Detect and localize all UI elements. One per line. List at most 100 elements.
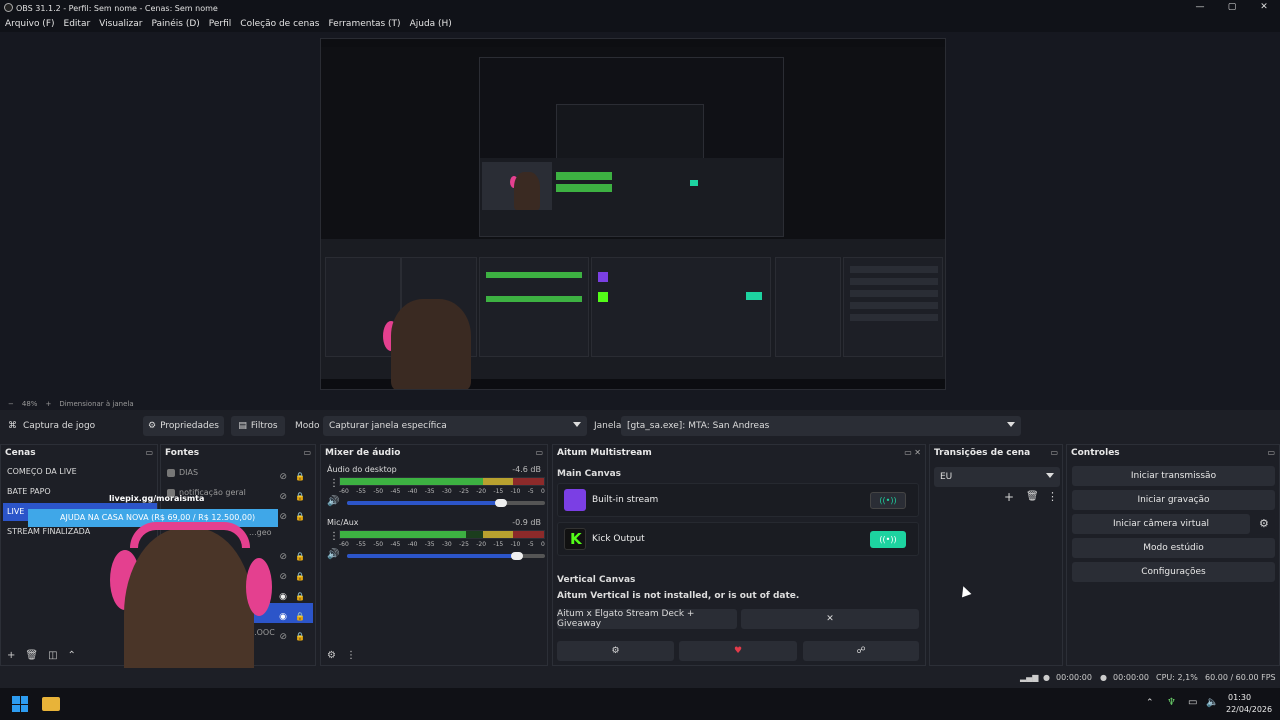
source-item[interactable]: DIAS ⊘ 🔒 [163, 463, 313, 483]
source-item[interactable]: ⊘ 🔒 [163, 543, 313, 563]
menu-paineis[interactable]: Painéis (D) [151, 19, 199, 29]
scene-item[interactable]: COMEÇO DA LIVE [3, 463, 157, 481]
window-label: Janela [594, 421, 622, 431]
add-transition-icon[interactable]: + [1004, 490, 1014, 504]
mode-label: Modo [295, 421, 320, 431]
mode-dropdown[interactable]: Capturar janela específica [323, 416, 587, 436]
properties-button[interactable]: ⚙ Propriedades [143, 416, 224, 436]
volume-slider[interactable] [347, 499, 545, 507]
mixer-menu-icon[interactable]: ⋮ [346, 650, 356, 661]
transition-dropdown[interactable]: EU [934, 467, 1060, 487]
nested-mixer-dock [479, 257, 589, 357]
close-promo-button[interactable]: ✕ [741, 609, 919, 629]
selected-source-name: Captura de jogo [23, 421, 96, 431]
remove-transition-icon[interactable]: 🗑 [1026, 491, 1039, 502]
stream-toggle-button-active[interactable]: ((•)) [870, 531, 906, 548]
dock-float-icon[interactable]: ▭ [1267, 445, 1275, 461]
source-item[interactable]: ...OOC ⊘ 🔒 [163, 623, 313, 643]
controls-dock: Controles ▭ Iniciar transmissão Iniciar … [1066, 444, 1280, 666]
resize-to-window-dropdown[interactable]: Dimensionar à janela [59, 400, 133, 408]
nested-multistream-dock [591, 257, 771, 357]
source-item[interactable]: ◉ 🔒 [163, 583, 313, 603]
chevron-up-icon[interactable]: ⌃ [1146, 698, 1154, 708]
add-scene-icon[interactable]: + [7, 650, 15, 661]
clock-time[interactable]: 01:30 [1228, 693, 1251, 702]
start-streaming-button[interactable]: Iniciar transmissão [1072, 466, 1275, 486]
monitor-icon[interactable]: ▭ [1188, 697, 1197, 708]
giveaway-button[interactable]: Aitum x Elgato Stream Deck + Giveaway [557, 609, 737, 629]
channel-name: Áudio do desktop [327, 465, 397, 474]
volume-slider[interactable] [347, 552, 545, 560]
virtual-camera-settings-icon[interactable]: ⚙ [1259, 517, 1269, 530]
scenes-dock: Cenas ▭ COMEÇO DA LIVE BATE PAPO LIVE ST… [0, 444, 158, 666]
zoom-in-button[interactable]: + [45, 400, 51, 408]
move-up-icon[interactable]: ⌃ [68, 650, 76, 661]
meter-peak-zone [513, 531, 544, 538]
source-name: ...geo [249, 528, 272, 537]
zoom-out-button[interactable]: − [8, 400, 14, 408]
meter-peak-zone [513, 478, 544, 485]
nested-toggle [690, 180, 698, 186]
filter-icon: ▤ [238, 421, 247, 431]
clock-date[interactable]: 22/04/2026 [1226, 705, 1272, 714]
lock-icon[interactable]: 🔒 [295, 627, 305, 647]
minimize-button[interactable]: — [1184, 0, 1216, 16]
stream-toggle-button[interactable]: ((•)) [870, 492, 906, 509]
start-virtual-camera-button[interactable]: Iniciar câmera virtual [1072, 514, 1250, 534]
dock-float-icon[interactable]: ▭ [303, 445, 311, 461]
scene-filters-icon[interactable]: ◫ [48, 650, 57, 661]
program-preview[interactable] [320, 38, 946, 390]
heart-icon[interactable]: ♥ [679, 641, 797, 661]
windows-start-icon[interactable] [12, 696, 28, 712]
nested-docks [480, 158, 783, 236]
status-bar: ▂▄▆ ● 00:00:00 ● 00:00:00 CPU: 2,1% 60.0… [0, 668, 1280, 688]
menu-perfil[interactable]: Perfil [209, 19, 232, 29]
advanced-audio-icon[interactable]: ⚙ [327, 650, 336, 661]
vertical-warning: Aitum Vertical is not installed, or is o… [557, 591, 800, 601]
start-recording-button[interactable]: Iniciar gravação [1072, 490, 1275, 510]
discord-icon[interactable]: ☍ [803, 641, 919, 661]
settings-button[interactable]: ⚙ [557, 641, 674, 661]
studio-mode-button[interactable]: Modo estúdio [1072, 538, 1275, 558]
menu-editar[interactable]: Editar [64, 19, 91, 29]
window-dropdown[interactable]: [gta_sa.exe]: MTA: San Andreas [621, 416, 1021, 436]
remove-scene-icon[interactable]: 🗑 [25, 650, 38, 661]
channel-menu-icon[interactable]: ⋮ [329, 478, 339, 489]
slider-knob[interactable] [511, 552, 524, 560]
transition-menu-icon[interactable]: ⋮ [1047, 490, 1058, 503]
settings-button[interactable]: Configurações [1072, 562, 1275, 582]
menu-visualizar[interactable]: Visualizar [99, 19, 142, 29]
menu-bar: Arquivo (F) Editar Visualizar Painéis (D… [0, 16, 1280, 32]
output-name: Kick Output [592, 534, 645, 544]
menu-colecao-cenas[interactable]: Coleção de cenas [240, 19, 319, 29]
maximize-button[interactable]: ▢ [1216, 0, 1248, 16]
dock-float-icon[interactable]: ▭ [535, 445, 543, 461]
channel-menu-icon[interactable]: ⋮ [329, 531, 339, 542]
microphone-icon[interactable]: ♆ [1167, 697, 1176, 708]
meter-warn-zone [482, 531, 514, 538]
speaker-icon[interactable]: 🔊 [327, 496, 339, 507]
stream-time: 00:00:00 [1056, 673, 1092, 682]
speaker-icon[interactable]: 🔊 [327, 549, 339, 560]
volume-icon[interactable]: 🔈 [1206, 697, 1218, 708]
menu-ajuda[interactable]: Ajuda (H) [410, 19, 452, 29]
visibility-hidden-icon[interactable]: ⊘ [279, 627, 287, 647]
channel-db: -4.6 dB [512, 465, 541, 474]
source-item[interactable]: ⊘ 🔒 [163, 563, 313, 583]
volume-meter [339, 477, 545, 486]
dock-float-icon[interactable]: ▭ [1050, 445, 1058, 461]
close-window-button[interactable]: ✕ [1248, 0, 1280, 16]
chevron-down-icon [573, 422, 581, 427]
dock-float-icon[interactable]: ▭ [145, 445, 153, 461]
slider-knob[interactable] [495, 499, 508, 507]
source-name: DIAS [179, 468, 199, 477]
multistream-dock: Aitum Multistream ▭ ✕ Main Canvas Built-… [552, 444, 926, 666]
source-item-selected[interactable]: ◉ 🔒 [163, 603, 313, 623]
file-explorer-icon[interactable] [42, 697, 60, 711]
controls-title: Controles [1071, 448, 1120, 458]
dock-close-icon[interactable]: ▭ ✕ [904, 445, 921, 461]
menu-ferramentas[interactable]: Ferramentas (T) [328, 19, 400, 29]
menu-arquivo[interactable]: Arquivo (F) [5, 19, 55, 29]
transitions-title-bar: Transições de cena ▭ [930, 445, 1062, 461]
filters-button[interactable]: ▤ Filtros [231, 416, 285, 436]
